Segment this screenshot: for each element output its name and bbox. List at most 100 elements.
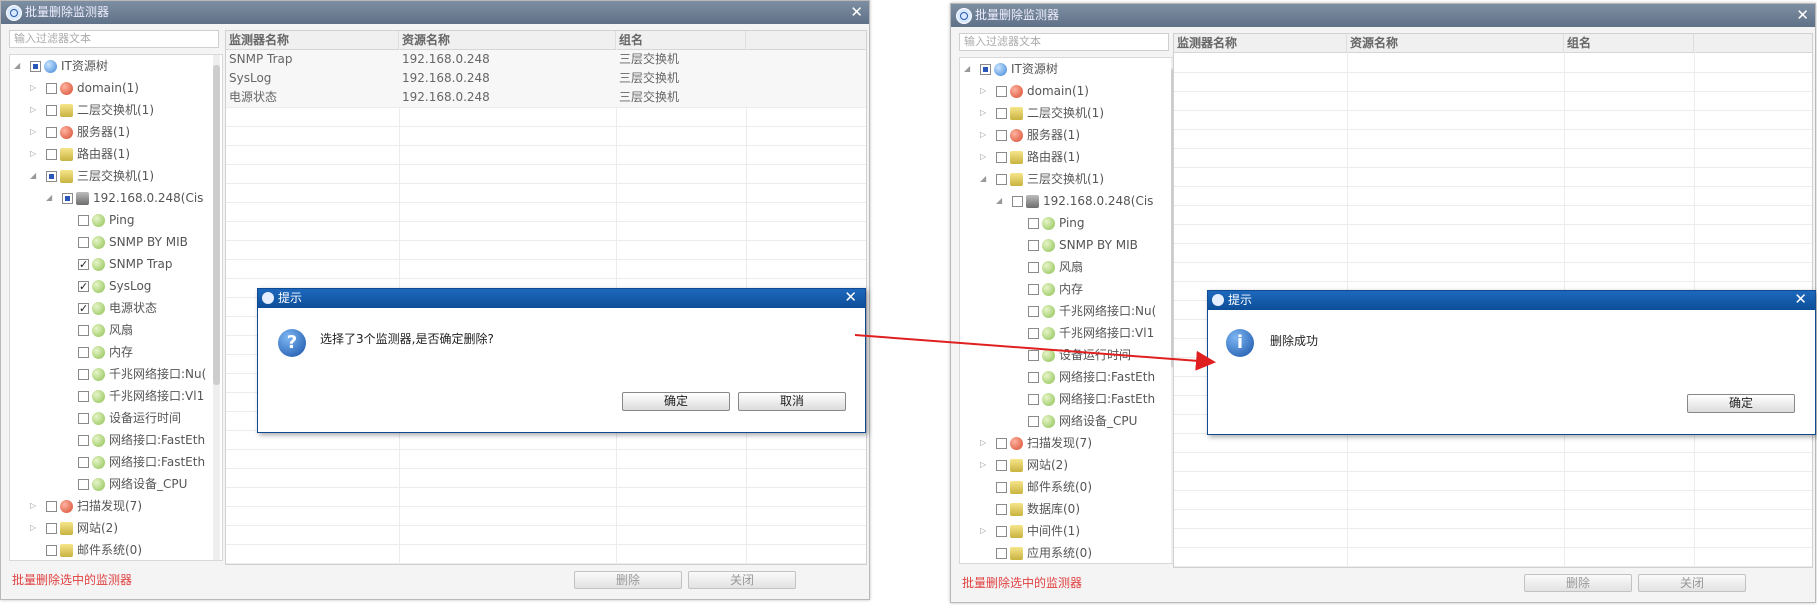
node-checkbox[interactable]	[996, 438, 1007, 449]
expand-toggle-icon[interactable]: ▷	[980, 522, 988, 540]
tree-scrollbar[interactable]	[213, 55, 220, 560]
close-icon[interactable]: ✕	[1796, 4, 1809, 27]
tree-node[interactable]: ▷ 网站(2)	[30, 519, 118, 537]
tree-node[interactable]: SNMP Trap	[66, 255, 172, 274]
expand-toggle-icon[interactable]: ◢	[46, 189, 54, 207]
tree-node[interactable]: ▷ 服务器(1)	[30, 123, 130, 141]
expand-toggle-icon[interactable]: ▷	[30, 101, 38, 119]
tree-node[interactable]: Ping	[66, 211, 135, 229]
tree-node[interactable]: ◢ 三层交换机(1)	[980, 170, 1104, 188]
expand-toggle-icon[interactable]: ▷	[30, 79, 38, 97]
column-header[interactable]: 监测器名称	[226, 31, 399, 49]
node-checkbox[interactable]	[30, 61, 41, 72]
node-checkbox[interactable]	[980, 64, 991, 75]
close-button[interactable]: 关闭	[1638, 574, 1746, 592]
filter-input[interactable]: 输入过滤器文本	[959, 33, 1169, 51]
expand-toggle-icon[interactable]: ◢	[14, 57, 22, 75]
node-checkbox[interactable]	[996, 460, 1007, 471]
node-checkbox[interactable]	[1028, 218, 1039, 229]
expand-toggle-icon[interactable]: ◢	[30, 167, 38, 185]
tree-node[interactable]: 邮件系统(0)	[34, 541, 142, 559]
node-checkbox[interactable]	[996, 174, 1007, 185]
expand-toggle-icon[interactable]: ▷	[980, 456, 988, 474]
node-checkbox[interactable]	[78, 391, 89, 402]
tree-node[interactable]: 应用系统(0)	[984, 544, 1092, 562]
tree-node[interactable]: ◢ IT资源树	[14, 57, 108, 75]
column-header[interactable]: 组名	[1564, 34, 1694, 52]
expand-toggle-icon[interactable]: ▷	[980, 82, 988, 100]
node-checkbox[interactable]	[1012, 196, 1023, 207]
close-icon[interactable]: ✕	[844, 288, 857, 307]
expand-toggle-icon[interactable]: ▷	[30, 519, 38, 537]
filter-input[interactable]: 输入过滤器文本	[9, 30, 219, 48]
node-checkbox[interactable]	[1028, 416, 1039, 427]
tree-node[interactable]: 邮件系统(0)	[984, 478, 1092, 496]
close-icon[interactable]: ✕	[850, 1, 863, 24]
tree-node[interactable]: ▷ 扫描发现(7)	[30, 497, 142, 515]
table-row[interactable]: 电源状态 192.168.0.248 三层交换机	[226, 88, 866, 108]
expand-toggle-icon[interactable]: ▷	[980, 104, 988, 122]
node-checkbox[interactable]	[996, 152, 1007, 163]
expand-toggle-icon[interactable]: ▷	[980, 434, 988, 452]
node-checkbox[interactable]	[1028, 284, 1039, 295]
close-icon[interactable]: ✕	[1794, 290, 1807, 309]
node-checkbox[interactable]	[78, 237, 89, 248]
node-checkbox[interactable]	[78, 347, 89, 358]
node-checkbox[interactable]	[62, 193, 73, 204]
tree-node[interactable]: ▷ 中间件(1)	[980, 522, 1080, 540]
tree-node[interactable]: SNMP BY MIB	[66, 233, 188, 251]
expand-toggle-icon[interactable]: ◢	[980, 170, 988, 188]
node-checkbox[interactable]	[78, 369, 89, 380]
tree-node[interactable]: ▷ domain(1)	[30, 79, 139, 97]
node-checkbox[interactable]	[46, 545, 57, 556]
tree-node[interactable]: ▷ 路由器(1)	[980, 148, 1080, 166]
tree-node[interactable]: ▷ 网站(2)	[980, 456, 1068, 474]
tree-node[interactable]: ▷ 路由器(1)	[30, 145, 130, 163]
tree-node[interactable]: ◢ 三层交换机(1)	[30, 167, 154, 185]
tree-node[interactable]: 设备运行时间	[1016, 346, 1131, 364]
node-checkbox[interactable]	[1028, 328, 1039, 339]
node-checkbox[interactable]	[78, 300, 89, 318]
tree-node[interactable]: ▷ 二层交换机(1)	[980, 104, 1104, 122]
tree-node[interactable]: 网络接口:FastEth	[1016, 390, 1155, 408]
tree-node[interactable]: 网络设备_CPU	[66, 475, 187, 493]
node-checkbox[interactable]	[78, 278, 89, 296]
table-row[interactable]: SysLog 192.168.0.248 三层交换机	[226, 69, 866, 89]
tree-node[interactable]: ▷ 二层交换机(1)	[30, 101, 154, 119]
tree-node[interactable]: ▷ 扫描发现(7)	[980, 434, 1092, 452]
node-checkbox[interactable]	[78, 413, 89, 424]
node-checkbox[interactable]	[78, 325, 89, 336]
tree-node[interactable]: 千兆网络接口:Vl1	[66, 387, 204, 405]
tree-node[interactable]: 电源状态	[66, 299, 157, 318]
expand-toggle-icon[interactable]: ▷	[980, 148, 988, 166]
column-header[interactable]: 监测器名称	[1174, 34, 1347, 52]
node-checkbox[interactable]	[78, 457, 89, 468]
ok-button[interactable]: 确定	[622, 392, 730, 411]
expand-toggle-icon[interactable]: ▷	[980, 126, 988, 144]
node-checkbox[interactable]	[1028, 262, 1039, 273]
node-checkbox[interactable]	[46, 149, 57, 160]
tree-node[interactable]: ◢ 192.168.0.248(Cis	[46, 189, 203, 207]
tree-node[interactable]: Ping	[1016, 214, 1085, 232]
tree-node[interactable]: 风扇	[66, 321, 133, 339]
delete-button[interactable]: 删除	[1524, 574, 1632, 592]
tree-node[interactable]: 网络设备_CPU	[1016, 412, 1137, 430]
node-checkbox[interactable]	[996, 548, 1007, 559]
node-checkbox[interactable]	[1028, 394, 1039, 405]
tree-node[interactable]: ◢ IT资源树	[964, 60, 1058, 78]
tree-node[interactable]: 网络接口:FastEth	[66, 453, 205, 471]
tree-node[interactable]: SysLog	[66, 277, 151, 296]
node-checkbox[interactable]	[996, 526, 1007, 537]
node-checkbox[interactable]	[996, 86, 1007, 97]
node-checkbox[interactable]	[996, 504, 1007, 515]
close-button[interactable]: 关闭	[688, 571, 796, 589]
node-checkbox[interactable]	[78, 256, 89, 274]
node-checkbox[interactable]	[46, 83, 57, 94]
expand-toggle-icon[interactable]: ▷	[30, 123, 38, 141]
expand-toggle-icon[interactable]: ▷	[30, 145, 38, 163]
tree-node[interactable]: 数据库(0)	[984, 500, 1080, 518]
tree-node[interactable]: ▷ domain(1)	[980, 82, 1089, 100]
tree-node[interactable]: 千兆网络接口:Vl1	[1016, 324, 1154, 342]
node-checkbox[interactable]	[996, 482, 1007, 493]
node-checkbox[interactable]	[46, 171, 57, 182]
